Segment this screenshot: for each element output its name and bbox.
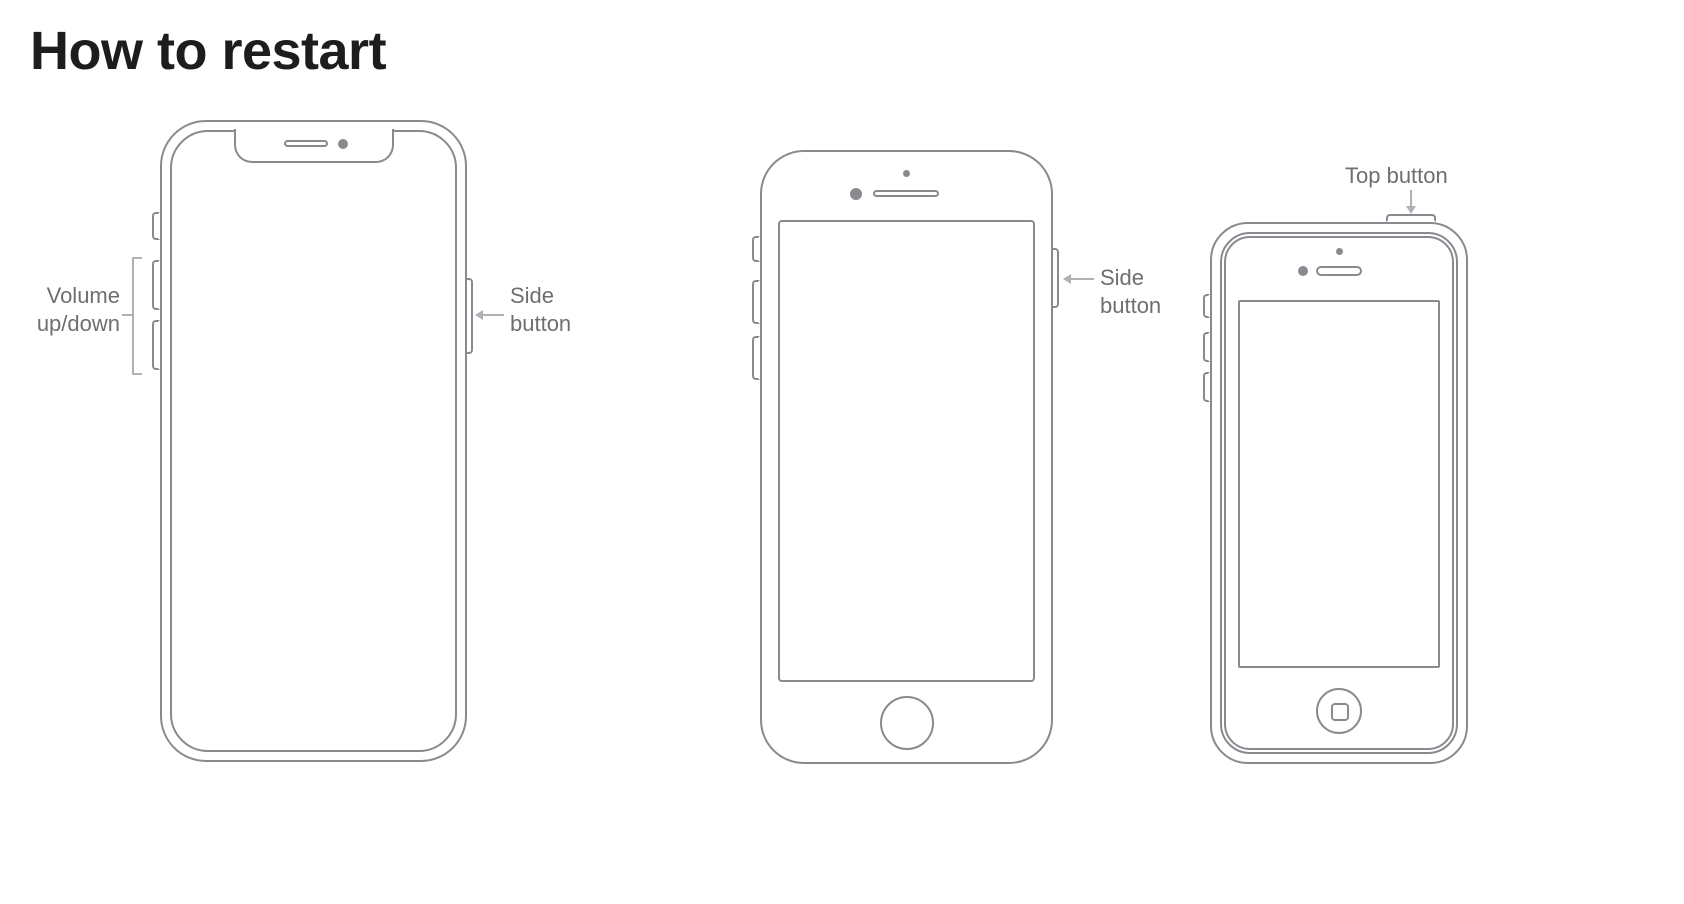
bracket-volume [132,257,142,375]
front-camera [338,139,348,149]
volume-up-button [752,280,760,324]
front-camera [850,188,862,200]
volume-up-button [152,260,160,310]
screen [778,220,1035,682]
volume-down-button [1203,372,1210,402]
phone-modern [160,120,467,762]
label-side-1: Side button [510,282,600,337]
mute-switch [152,212,160,240]
home-button [1316,688,1362,734]
page-title: How to restart [30,20,1684,82]
screen [1238,300,1440,668]
home-button [880,696,934,750]
earpiece-speaker [873,190,939,197]
volume-up-button [1203,332,1210,362]
label-side-2: Side button [1100,264,1190,319]
front-camera [1298,266,1308,276]
sensor-dot [1336,248,1343,255]
volume-down-button [152,320,160,370]
label-volume: Volume up/down [10,282,120,337]
top-power-button [1386,214,1436,222]
earpiece-speaker [1316,266,1362,276]
label-top: Top button [1345,162,1475,190]
sensor-dot [903,170,910,177]
earpiece-speaker [284,140,328,147]
phone-home-button [760,150,1053,764]
mute-switch [752,236,760,262]
phone-classic [1210,222,1468,764]
volume-down-button [752,336,760,380]
mute-switch [1203,294,1210,318]
diagram-stage: Volume up/down Side button Side button [0,82,1684,902]
